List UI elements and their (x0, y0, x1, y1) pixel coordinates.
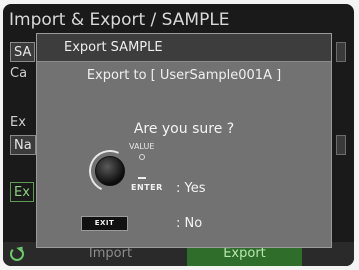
yes-option: : Yes (176, 181, 206, 196)
dialog-header: Export SAMPLE (37, 34, 331, 62)
bg-right-field-top (336, 42, 346, 62)
enter-indicator-icon (138, 177, 146, 179)
bg-label-export: Ex (10, 115, 26, 130)
bg-field-name[interactable]: Na (10, 135, 36, 155)
no-option: : No (176, 216, 203, 231)
export-confirm-dialog: Export SAMPLE Export to [ UserSample001A… (36, 33, 332, 248)
bg-export-button[interactable]: Ex (10, 182, 34, 202)
export-target-text: Export to [ UserSample001A ] (86, 68, 282, 83)
bg-right-field-bottom (336, 135, 346, 155)
value-dot-icon (139, 154, 145, 160)
confirm-question: Are you sure ? (133, 121, 235, 137)
enter-label: ENTER (131, 183, 163, 192)
bg-field-category: Ca (10, 66, 28, 81)
value-label: VALUE (129, 142, 155, 151)
value-knob-control[interactable]: VALUE ENTER (83, 142, 162, 202)
exit-button[interactable]: EXIT (81, 216, 128, 231)
device-bezel: Import & Export / SAMPLE SA Ca Ex Na Ex … (0, 0, 359, 270)
value-knob-icon (95, 156, 125, 186)
device-screen: Import & Export / SAMPLE SA Ca Ex Na Ex … (3, 4, 354, 266)
dialog-title: Export SAMPLE (64, 40, 163, 55)
page-title: Import & Export / SAMPLE (9, 10, 230, 30)
bg-field-sample[interactable]: SA (10, 42, 36, 62)
refresh-icon[interactable] (10, 247, 24, 261)
